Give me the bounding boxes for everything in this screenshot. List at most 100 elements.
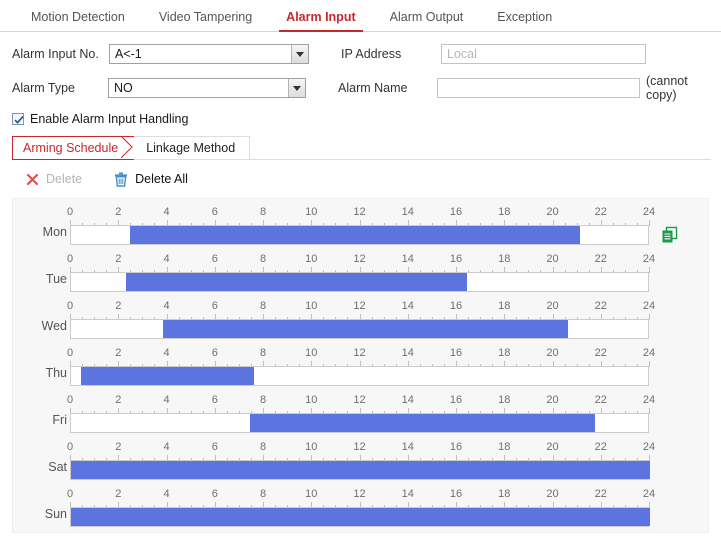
tab-label: Exception <box>497 10 553 24</box>
schedule-segment[interactable] <box>71 461 650 479</box>
axis-tick-label: 8 <box>259 394 267 406</box>
schedule-segment[interactable] <box>249 414 595 432</box>
axis-tick-major <box>649 267 650 273</box>
axis-tick-label: 22 <box>594 394 607 406</box>
axis-tick-label: 0 <box>66 206 74 218</box>
axis-tick-label: 18 <box>498 441 511 453</box>
schedule-track[interactable] <box>70 225 649 245</box>
axis-tick-label: 0 <box>66 347 74 359</box>
alarm-input-no-value: A<-1 <box>115 47 142 61</box>
axis-tick-major <box>649 408 650 414</box>
schedule-subtab-bar: Arming Schedule Linkage Method <box>12 136 721 160</box>
axis-tick-label: 2 <box>115 206 122 218</box>
alarm-name-input[interactable] <box>437 78 641 98</box>
axis-tick-label: 18 <box>498 253 511 265</box>
schedule-track[interactable] <box>70 272 649 292</box>
axis-tick-label: 10 <box>305 441 318 453</box>
axis-tick-label: 8 <box>259 300 267 312</box>
schedule-track[interactable] <box>70 413 649 433</box>
schedule-track[interactable] <box>70 319 649 339</box>
tab-label: Video Tampering <box>158 10 253 24</box>
subtab-linkage-method-label: Linkage Method <box>146 141 236 155</box>
schedule-segment[interactable] <box>80 367 255 385</box>
schedule-track[interactable] <box>70 507 650 527</box>
cannot-copy-hint: (cannot copy) <box>646 74 688 102</box>
enable-alarm-input-handling-row[interactable]: Enable Alarm Input Handling <box>0 112 721 126</box>
axis-tick-label: 16 <box>449 300 463 312</box>
axis-tick-label: 14 <box>401 488 414 500</box>
schedule-segment[interactable] <box>130 226 581 244</box>
axis-tick-label: 2 <box>115 253 122 265</box>
axis-tick-label: 10 <box>305 206 318 218</box>
schedule-segment[interactable] <box>71 508 650 526</box>
delete-all-button-label: Delete All <box>135 172 188 186</box>
alarm-name-label: Alarm Name <box>338 81 408 95</box>
axis-tick-label: 4 <box>163 347 170 359</box>
axis-tick-label: 12 <box>353 206 366 218</box>
axis-tick-label: 4 <box>163 206 170 218</box>
schedule-row-sun: Sun 0 2 4 6 8 10 12 14 16 18 20 22 24 <box>13 485 708 532</box>
axis-tick-label: 20 <box>546 253 559 265</box>
axis-tick-major <box>649 314 650 320</box>
tab-video-tampering[interactable]: Video Tampering <box>142 10 269 31</box>
tab-label: Alarm Output <box>389 10 464 24</box>
tab-alarm-output[interactable]: Alarm Output <box>373 10 481 31</box>
alarm-input-no-row: Alarm Input No. A<-1 IP Address <box>0 44 721 64</box>
axis-tick-label: 2 <box>115 300 122 312</box>
axis-tick-label: 24 <box>642 488 656 500</box>
axis-tick-label: 14 <box>401 253 414 265</box>
axis-tick-label: 10 <box>305 300 318 312</box>
axis-tick-label: 16 <box>449 441 463 453</box>
axis-tick-label: 12 <box>353 253 366 265</box>
day-label: Wed <box>41 319 67 333</box>
delete-button-label: Delete <box>46 172 83 186</box>
time-axis: 0 2 4 6 8 10 12 14 16 18 20 22 24 <box>66 253 655 273</box>
time-axis: 0 2 4 6 8 10 12 14 16 18 20 22 24 <box>66 347 655 367</box>
delete-all-button[interactable]: Delete All <box>114 172 188 187</box>
axis-tick-label: 0 <box>66 394 74 406</box>
schedule-track[interactable] <box>70 460 650 480</box>
tab-motion-detection[interactable]: Motion Detection <box>14 10 142 31</box>
axis-tick-label: 2 <box>115 488 122 500</box>
alarm-type-select[interactable]: NO <box>108 78 307 98</box>
subtab-arming-schedule-label: Arming Schedule <box>23 141 119 155</box>
axis-tick-label: 4 <box>163 394 170 406</box>
schedule-segment[interactable] <box>126 273 467 291</box>
subtab-arming-schedule[interactable]: Arming Schedule <box>12 136 135 160</box>
enable-alarm-input-handling-checkbox[interactable] <box>12 113 24 125</box>
tab-exception[interactable]: Exception <box>480 10 569 31</box>
axis-tick-label: 14 <box>401 347 414 359</box>
main-tab-bar: Motion Detection Video Tampering Alarm Inp… <box>0 0 721 32</box>
axis-tick-label: 6 <box>211 394 218 406</box>
tab-alarm-input[interactable]: Alarm Input <box>269 10 372 32</box>
axis-tick-label: 14 <box>401 441 414 453</box>
chevron-down-icon <box>291 45 308 63</box>
day-label: Sun <box>44 507 67 521</box>
alarm-input-no-select[interactable]: A<-1 <box>109 44 309 64</box>
tab-label: Motion Detection <box>31 10 125 24</box>
ip-address-label: IP Address <box>341 47 402 61</box>
time-axis: 0 2 4 6 8 10 12 14 16 18 20 22 24 <box>66 206 655 226</box>
day-label: Tue <box>45 272 67 286</box>
schedule-segment[interactable] <box>162 320 568 338</box>
axis-tick-label: 24 <box>642 347 656 359</box>
axis-tick-label: 12 <box>353 394 366 406</box>
delete-button[interactable]: Delete <box>26 172 82 186</box>
axis-tick-label: 18 <box>498 347 511 359</box>
axis-tick-label: 20 <box>546 394 559 406</box>
axis-tick-label: 8 <box>259 441 267 453</box>
axis-tick-label: 24 <box>642 206 656 218</box>
ip-address-input[interactable] <box>441 44 646 64</box>
axis-tick-label: 0 <box>66 300 74 312</box>
axis-tick-label: 4 <box>163 441 170 453</box>
chevron-right-icon <box>121 136 143 158</box>
axis-tick-label: 14 <box>401 394 414 406</box>
axis-tick-label: 22 <box>594 300 607 312</box>
axis-tick-label: 24 <box>642 394 656 406</box>
copy-icon[interactable] <box>661 226 679 244</box>
day-label: Sat <box>48 460 67 474</box>
schedule-track[interactable] <box>70 366 649 386</box>
axis-tick-label: 0 <box>66 253 74 265</box>
axis-tick-label: 6 <box>211 488 218 500</box>
chevron-down-icon <box>288 79 306 97</box>
